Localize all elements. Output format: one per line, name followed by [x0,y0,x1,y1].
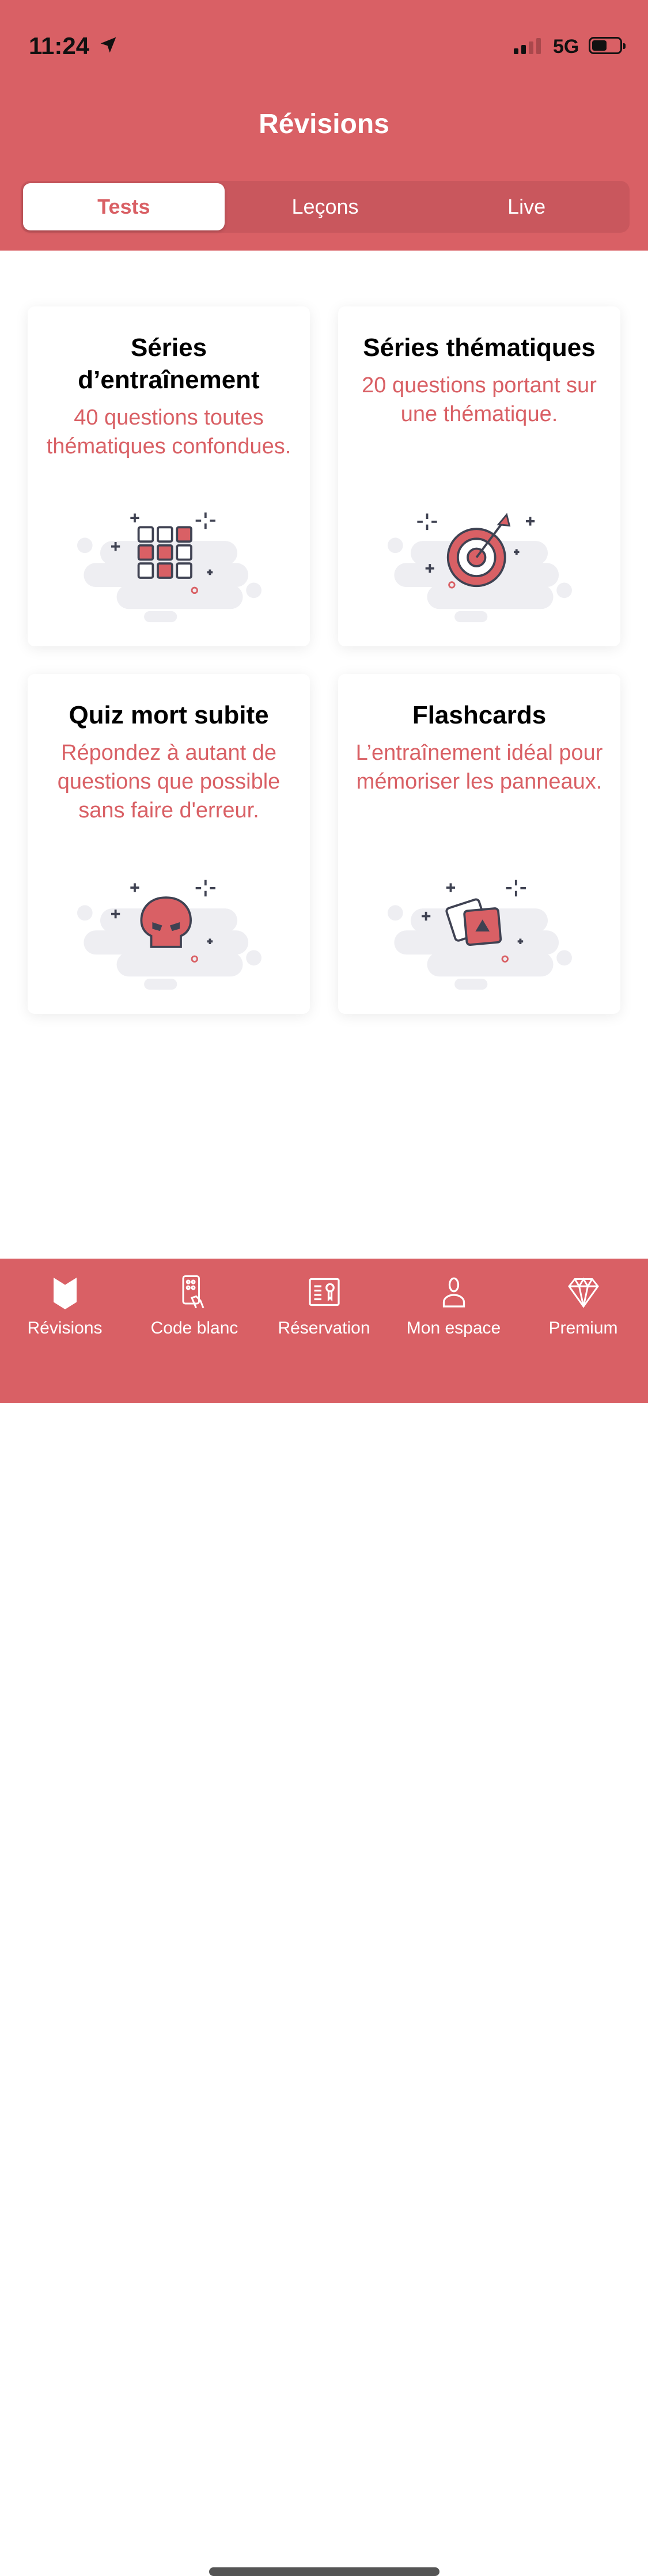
book-icon [53,1278,77,1309]
card-description: Répondez à autant de questions que possi… [57,741,281,823]
home-indicator[interactable] [209,2567,439,2576]
page-title: Révisions [259,109,389,139]
skull-icon [77,880,262,990]
tabbar-label: Code blanc [150,1319,238,1338]
card-description: L’entraînement idéal pour mémoriser les … [355,741,603,794]
cards-icon [387,880,572,990]
status-time: 11:24 [29,32,90,59]
tabbar-label: Révisions [27,1319,103,1338]
tab-live[interactable]: Live [426,183,627,230]
grid-icon [77,512,262,623]
tabbar-label: Réservation [278,1319,370,1338]
card-flashcards[interactable]: Flashcards L’entraînement idéal pour mém… [338,674,620,1014]
network-label: 5G [553,36,579,58]
card-description: 40 questions toutes thématiques confondu… [46,406,291,459]
tabbar-label: Mon espace [406,1319,501,1338]
user-icon [442,1277,465,1308]
signal-icon [514,38,541,54]
card-title: Flashcards [412,701,547,729]
tab-tests[interactable]: Tests [23,183,225,230]
header: 11:24 5G Révisions Tests Leçons Live [0,0,648,251]
card-series-entrainement[interactable]: Séries d’entraînement 40 questions toute… [28,306,310,646]
diamond-icon [567,1277,599,1308]
tabbar-label: Premium [548,1319,618,1338]
tabbar-item-mon-espace[interactable]: Mon espace [389,1259,518,1403]
card-description: 20 questions portant sur une thématique. [362,373,597,426]
tabbar-item-revisions[interactable]: Révisions [0,1259,130,1403]
card-quiz-mort-subite[interactable]: Quiz mort subite Répondez à autant de qu… [28,674,310,1014]
tabbar-item-reservation[interactable]: Réservation [259,1259,389,1403]
battery-icon [589,37,626,54]
card-title: Quiz mort subite [69,701,269,729]
card-title: Séries thématiques [363,334,596,362]
tabbar-item-code-blanc[interactable]: Code blanc [130,1259,259,1403]
card-series-thematiques[interactable]: Séries thématiques 20 questions portant … [338,306,620,646]
tab-bar: Révisions Code blanc Réservation Mon esp… [0,1259,648,2576]
card-title: Séries d’entraînement [78,334,260,394]
target-icon [387,513,572,623]
certificate-icon [308,1278,340,1306]
phone-hand-icon [182,1275,204,1309]
location-arrow-icon [100,37,116,53]
segmented-control: Tests Leçons Live [21,181,630,233]
tab-lecons[interactable]: Leçons [225,183,426,230]
tabbar-item-premium[interactable]: Premium [518,1259,648,1403]
